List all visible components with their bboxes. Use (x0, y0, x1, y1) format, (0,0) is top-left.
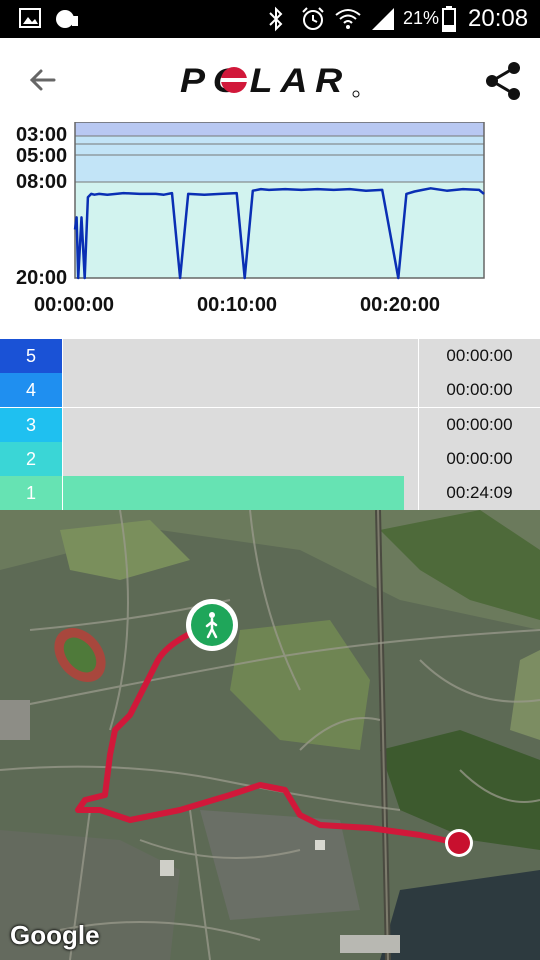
zone-row-3[interactable]: 3 00:00:00 (0, 408, 540, 442)
zone-row-1[interactable]: 1 00:24:09 (0, 476, 540, 510)
x-tick-label: 00:20:00 (360, 294, 441, 316)
zone-bar (63, 476, 418, 510)
zone-time: 00:24:09 (419, 476, 540, 510)
y-tick-label: 03:00 (16, 124, 68, 146)
zone-row-5[interactable]: 5 00:00:00 (0, 339, 540, 373)
zone-number: 3 (0, 408, 62, 442)
zone-row-4[interactable]: 4 00:00:00 (0, 373, 540, 407)
x-tick-label: 00:10:00 (197, 294, 278, 316)
share-icon[interactable] (482, 60, 524, 102)
logo-text: POLAR (180, 62, 350, 100)
zone-time: 00:00:00 (419, 442, 540, 476)
alarm-icon (302, 7, 324, 30)
notification-icon (56, 10, 78, 28)
zone-time: 00:00:00 (419, 339, 540, 373)
zone-time: 00:00:00 (419, 373, 540, 407)
battery-icon (442, 6, 456, 32)
zone-band (75, 122, 484, 136)
satellite-map (0, 510, 540, 960)
walking-person-icon[interactable] (197, 610, 227, 640)
polar-logo: POLAR (180, 62, 360, 100)
pace-chart: 03:00 05:00 08:00 20:00 00:00:00 00:10:0… (0, 122, 540, 338)
zone-band (75, 182, 484, 278)
zone-bar (63, 408, 418, 442)
battery-percent: 21% (403, 8, 440, 28)
route-map[interactable]: Google (0, 510, 540, 960)
arrow-back-icon[interactable] (24, 62, 60, 98)
y-tick-label: 05:00 (16, 145, 68, 167)
zone-bar (63, 442, 418, 476)
app-bar: POLAR (0, 38, 540, 123)
zone-bar-fill (63, 476, 404, 510)
zone-number: 1 (0, 476, 62, 510)
wifi-icon (335, 9, 361, 29)
y-tick-label: 20:00 (16, 267, 68, 289)
zone-number: 5 (0, 339, 62, 373)
y-tick-label: 08:00 (16, 171, 68, 193)
zone-number: 4 (0, 373, 62, 407)
x-tick-label: 00:00:00 (34, 294, 115, 316)
status-bar: 21% 20:08 (0, 0, 540, 38)
zone-number: 2 (0, 442, 62, 476)
bluetooth-icon (269, 6, 283, 32)
gallery-icon (19, 8, 41, 28)
signal-icon (372, 8, 394, 30)
google-attribution: Google (10, 920, 100, 950)
zone-band (75, 136, 484, 182)
zone-time: 00:00:00 (419, 408, 540, 442)
zone-row-2[interactable]: 2 00:00:00 (0, 442, 540, 476)
zone-bar (63, 339, 418, 373)
zones-list: 5 00:00:00 4 00:00:00 3 00:00:00 2 00:00… (0, 338, 540, 510)
zone-bar (63, 373, 418, 407)
status-time: 20:08 (468, 5, 529, 32)
